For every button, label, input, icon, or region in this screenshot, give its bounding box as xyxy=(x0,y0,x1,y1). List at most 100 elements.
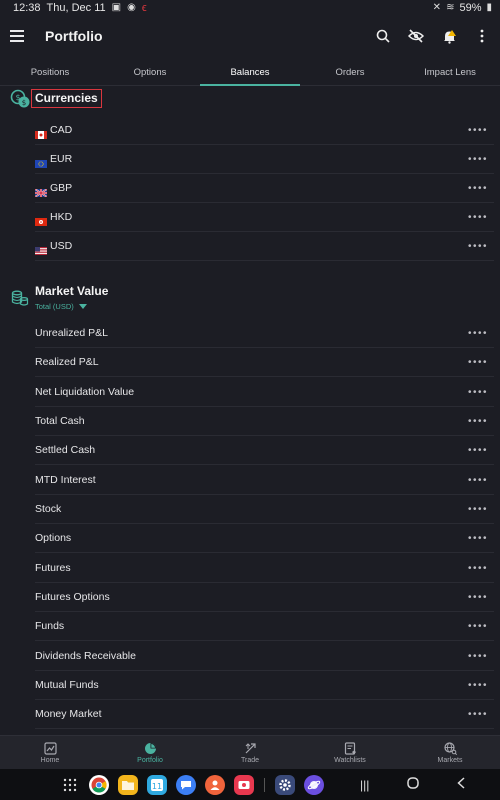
nav-label: Home xyxy=(40,756,60,764)
more-options-icon[interactable]: •••• xyxy=(468,416,488,427)
currency-row-hkd[interactable]: HKD •••• xyxy=(35,203,494,232)
battery-percent: 59% xyxy=(459,1,482,14)
nav-label: Markets xyxy=(437,756,463,764)
more-options-icon[interactable]: •••• xyxy=(468,125,488,136)
currency-code: EUR xyxy=(50,153,73,165)
page-title: Portfolio xyxy=(45,28,103,44)
nav-label: Trade xyxy=(240,756,260,764)
currency-code: USD xyxy=(50,240,73,252)
tab-balances[interactable]: Balances xyxy=(200,60,300,86)
currency-row-eur[interactable]: EUR •••• xyxy=(35,145,494,174)
tab-positions[interactable]: Positions xyxy=(0,60,100,85)
balance-row-mtd-interest[interactable]: MTD Interest •••• xyxy=(35,466,494,495)
more-options-icon[interactable]: •••• xyxy=(468,504,488,515)
more-options-icon[interactable]: •••• xyxy=(468,563,488,574)
files-folder-icon[interactable] xyxy=(118,774,138,795)
balance-row-money-market[interactable]: Money Market •••• xyxy=(35,700,494,729)
balance-row-funds[interactable]: Funds •••• xyxy=(35,612,494,641)
more-options-icon[interactable]: •••• xyxy=(468,445,488,456)
nav-trade[interactable]: Trade xyxy=(200,736,300,769)
nav-portfolio[interactable]: Portfolio xyxy=(100,736,200,769)
balance-label: Futures Options xyxy=(35,591,110,603)
chrome-icon[interactable] xyxy=(89,774,109,795)
app-drawer-icon[interactable] xyxy=(60,775,80,795)
us-flag-icon xyxy=(35,242,47,255)
more-options-icon[interactable]: •••• xyxy=(468,680,488,691)
more-options-icon[interactable]: •••• xyxy=(468,592,488,603)
more-options-icon[interactable]: •••• xyxy=(468,475,488,486)
screen-recorder-icon[interactable] xyxy=(234,774,254,795)
back-icon[interactable] xyxy=(457,777,465,792)
currency-total-selector[interactable]: Total (USD) xyxy=(35,302,87,311)
more-options-icon[interactable]: •••• xyxy=(468,328,488,339)
balance-row-futures[interactable]: Futures •••• xyxy=(35,554,494,583)
more-options-icon[interactable]: •••• xyxy=(468,212,488,223)
balance-row-futures-options[interactable]: Futures Options •••• xyxy=(35,583,494,612)
messages-icon[interactable] xyxy=(176,774,196,795)
home-button-icon[interactable] xyxy=(407,777,420,792)
recent-apps-icon[interactable]: ||| xyxy=(360,778,369,792)
bottom-navigation: Home Portfolio Trade Watchlists Markets xyxy=(0,735,500,769)
market-value-section-title: Market Value xyxy=(35,284,109,298)
balances-content: $ $ Currencies CAD •••• EUR •••• GBP •••… xyxy=(0,86,500,735)
tab-options[interactable]: Options xyxy=(100,60,200,85)
more-options-icon[interactable]: •••• xyxy=(468,357,488,368)
balance-row-options[interactable]: Options •••• xyxy=(35,524,494,553)
android-navigation-bar: 11 ||| xyxy=(0,769,500,800)
more-options-icon[interactable]: •••• xyxy=(468,183,488,194)
more-vertical-icon[interactable] xyxy=(474,28,490,44)
balance-row-unrealized-pnl[interactable]: Unrealized P&L •••• xyxy=(35,319,494,348)
nav-home[interactable]: Home xyxy=(0,736,100,769)
alert-bell-icon[interactable] xyxy=(441,28,457,44)
menu-icon[interactable] xyxy=(10,30,24,42)
balance-row-mutual-funds[interactable]: Mutual Funds •••• xyxy=(35,671,494,700)
tab-impact-lens[interactable]: Impact Lens xyxy=(400,60,500,85)
nav-watchlists[interactable]: Watchlists xyxy=(300,736,400,769)
wifi-icon: ≋ xyxy=(446,2,455,13)
currency-row-usd[interactable]: USD •••• xyxy=(35,232,494,261)
dock-divider xyxy=(264,777,265,792)
balance-row-stock[interactable]: Stock •••• xyxy=(35,495,494,524)
more-options-icon[interactable]: •••• xyxy=(468,241,488,252)
more-options-icon[interactable]: •••• xyxy=(468,651,488,662)
more-options-icon[interactable]: •••• xyxy=(468,621,488,632)
search-icon[interactable] xyxy=(375,28,391,44)
settings-gear-icon[interactable] xyxy=(275,774,295,795)
balance-label: Futures xyxy=(35,562,71,574)
more-options-icon[interactable]: •••• xyxy=(468,709,488,720)
balance-row-dividends-receivable[interactable]: Dividends Receivable •••• xyxy=(35,642,494,671)
balance-row-realized-pnl[interactable]: Realized P&L •••• xyxy=(35,348,494,377)
portfolio-tabs: Positions Options Balances Orders Impact… xyxy=(0,60,500,86)
balance-label: Net Liquidation Value xyxy=(35,386,135,398)
watchlist-icon xyxy=(344,741,356,755)
status-date: Thu, Dec 11 xyxy=(46,1,106,14)
balance-label: Stock xyxy=(35,503,62,515)
more-options-icon[interactable]: •••• xyxy=(468,154,488,165)
browser-planet-icon[interactable] xyxy=(304,774,324,795)
gb-flag-icon xyxy=(34,184,48,198)
balance-row-net-liquidation-value[interactable]: Net Liquidation Value •••• xyxy=(35,378,494,407)
balance-label: Unrealized P&L xyxy=(35,327,108,339)
calendar-icon[interactable]: 11 xyxy=(147,774,167,795)
more-options-icon[interactable]: •••• xyxy=(468,387,488,398)
pie-chart-icon xyxy=(144,742,156,754)
more-options-icon[interactable]: •••• xyxy=(468,533,488,544)
svg-text:$: $ xyxy=(22,99,26,107)
hide-eye-icon[interactable] xyxy=(408,28,424,44)
balance-label: Realized P&L xyxy=(35,356,99,368)
globe-search-icon xyxy=(443,741,457,755)
currency-code: HKD xyxy=(50,211,73,223)
currency-row-cad[interactable]: CAD •••• xyxy=(35,116,494,145)
record-notification-icon: ◉ xyxy=(127,2,136,13)
caret-down-icon xyxy=(78,304,87,309)
balance-row-settled-cash[interactable]: Settled Cash •••• xyxy=(35,436,494,465)
chart-home-icon xyxy=(43,741,57,755)
balance-row-total-cash[interactable]: Total Cash •••• xyxy=(35,407,494,436)
currency-row-gbp[interactable]: GBP •••• xyxy=(34,174,494,203)
contacts-icon[interactable] xyxy=(205,774,225,795)
tab-orders[interactable]: Orders xyxy=(300,60,400,85)
nav-label: Watchlists xyxy=(334,756,366,764)
currency-code: CAD xyxy=(50,124,73,136)
battery-icon: ▮ xyxy=(486,2,492,13)
nav-markets[interactable]: Markets xyxy=(400,736,500,769)
